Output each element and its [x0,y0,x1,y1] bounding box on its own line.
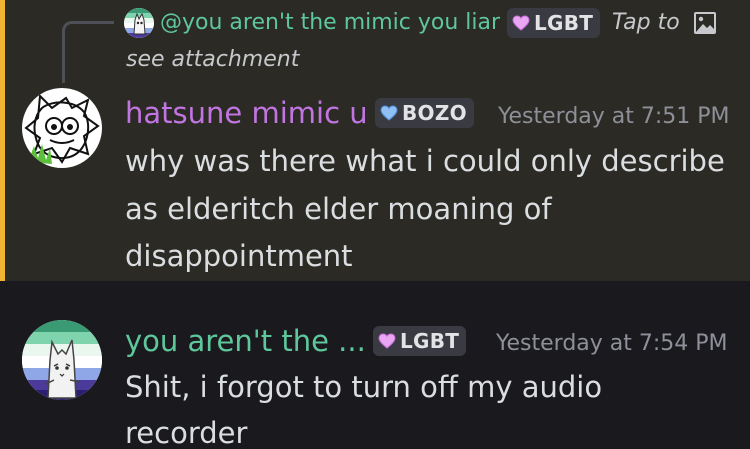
tag-label: BOZO [402,101,467,125]
message-highlighted[interactable]: @you aren't the mimic you liar LGBT Tap … [0,0,750,281]
blue-heart-icon [380,105,398,121]
chat-view: @you aren't the mimic you liar LGBT Tap … [0,0,750,449]
pink-heart-icon [378,333,396,349]
reply-preview-text-continued[interactable]: see attachment [126,45,299,75]
image-icon [694,12,716,34]
message-timestamp[interactable]: Yesterday at 7:51 PM [498,102,730,132]
pink-heart-icon [512,15,530,31]
tag-label: LGBT [400,329,460,353]
reply-author-name[interactable]: @you aren't the mimic you liar [160,8,500,38]
avatar[interactable] [22,320,102,400]
message-text-line: Shit, i forgot to turn off my audio [125,370,603,404]
message-text-line: as elderitch elder moaning of [125,192,552,226]
message-author-name[interactable]: hatsune mimic u [125,95,368,131]
message-author-name[interactable]: you aren't the ... [125,323,366,359]
reply-avatar[interactable] [124,8,154,38]
reply-tag-label: LGBT [534,11,594,35]
mention-highlight-bar [0,0,5,281]
message-text-line: recorder [125,416,248,449]
avatar[interactable] [22,88,102,168]
reply-connector-line [62,21,114,83]
author-tag: BOZO [375,98,474,128]
reply-preview-text[interactable]: Tap to [612,8,680,38]
message-timestamp[interactable]: Yesterday at 7:54 PM [496,329,728,359]
reply-author-tag: LGBT [507,8,601,38]
message-text-line: disappointment [125,239,353,273]
message-text-line: why was there what i could only describe [125,144,725,178]
author-tag: LGBT [373,326,467,356]
